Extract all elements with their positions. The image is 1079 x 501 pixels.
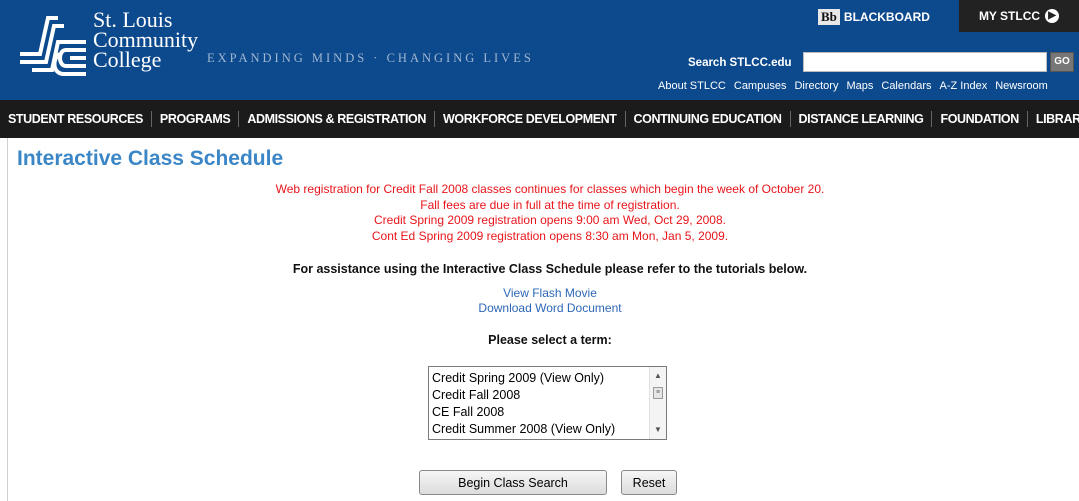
search-go-button[interactable]: GO	[1050, 52, 1074, 72]
nav-admissions-registration[interactable]: ADMISSIONS & REGISTRATION	[239, 111, 435, 127]
nav-distance-learning[interactable]: DISTANCE LEARNING	[791, 111, 933, 127]
term-listbox[interactable]: Credit Spring 2009 (View Only) Credit Fa…	[428, 366, 667, 440]
notice-line: Cont Ed Spring 2009 registration opens 8…	[371, 228, 729, 243]
util-link-calendars[interactable]: Calendars	[881, 80, 931, 92]
download-word-document-link[interactable]: Download Word Document	[0, 301, 1079, 316]
site-header: St. Louis Community College EXPANDING MI…	[0, 0, 1079, 100]
term-list-scrollbar[interactable]: ▲ ≡ ▼	[649, 367, 666, 439]
assistance-text: For assistance using the Interactive Cla…	[292, 262, 808, 276]
scroll-up-icon[interactable]: ▲	[650, 369, 666, 383]
util-link-az-index[interactable]: A-Z Index	[940, 80, 988, 92]
notice-line: Web registration for Credit Fall 2008 cl…	[275, 182, 825, 196]
nav-libraries[interactable]: LIBRARIES	[1028, 111, 1079, 127]
utility-links: About STLCC Campuses Directory Maps Cale…	[658, 80, 1048, 92]
term-option[interactable]: Credit Spring 2009 (View Only)	[432, 370, 650, 387]
util-link-campuses[interactable]: Campuses	[734, 80, 787, 92]
term-select-label: Please select a term:	[488, 333, 612, 347]
main-nav: STUDENT RESOURCES PROGRAMS ADMISSIONS & …	[0, 100, 1079, 138]
term-option[interactable]: Credit Fall 2008	[432, 387, 650, 404]
search-input[interactable]	[803, 52, 1047, 72]
scroll-down-icon[interactable]: ▼	[650, 423, 666, 437]
view-flash-movie-link[interactable]: View Flash Movie	[0, 286, 1079, 301]
util-link-about[interactable]: About STLCC	[658, 80, 726, 92]
registration-notices: Web registration for Credit Fall 2008 cl…	[0, 182, 1079, 244]
nav-continuing-education[interactable]: CONTINUING EDUCATION	[626, 111, 791, 127]
nav-programs[interactable]: PROGRAMS	[152, 111, 240, 127]
reset-button[interactable]: Reset	[621, 470, 677, 495]
begin-class-search-button[interactable]: Begin Class Search	[419, 470, 607, 495]
blackboard-link[interactable]: Bb BLACKBOARD	[818, 4, 930, 30]
tutorial-links: View Flash Movie Download Word Document	[0, 286, 1079, 316]
page-title: Interactive Class Schedule	[17, 147, 284, 170]
tagline: EXPANDING MINDS · CHANGING LIVES	[207, 51, 534, 65]
search-label: Search STLCC.edu	[688, 57, 792, 69]
nav-foundation[interactable]: FOUNDATION	[932, 111, 1028, 127]
util-link-directory[interactable]: Directory	[794, 80, 838, 92]
nav-workforce-development[interactable]: WORKFORCE DEVELOPMENT	[435, 111, 626, 127]
mystlcc-button[interactable]: MY STLCC ▶	[959, 0, 1079, 32]
nav-student-resources[interactable]: STUDENT RESOURCES	[0, 111, 152, 127]
stlcc-logo-icon[interactable]	[18, 14, 88, 82]
term-option[interactable]: Credit Summer 2008 (View Only)	[432, 421, 650, 438]
mystlcc-label: MY STLCC	[978, 9, 1041, 23]
util-link-maps[interactable]: Maps	[846, 80, 873, 92]
notice-line: Credit Spring 2009 registration opens 9:…	[374, 213, 726, 227]
term-option[interactable]: CE Fall 2008	[432, 404, 650, 421]
blackboard-badge: Bb	[818, 9, 840, 25]
college-name-line3: College	[93, 47, 162, 72]
arrow-right-circle-icon: ▶	[1045, 9, 1060, 23]
college-name[interactable]: St. Louis Community College	[93, 9, 198, 72]
blackboard-label: BLACKBOARD	[843, 10, 930, 24]
scroll-thumb[interactable]: ≡	[653, 387, 663, 399]
util-link-newsroom[interactable]: Newsroom	[995, 80, 1048, 92]
notice-line: Fall fees are due in full at the time of…	[420, 197, 680, 212]
